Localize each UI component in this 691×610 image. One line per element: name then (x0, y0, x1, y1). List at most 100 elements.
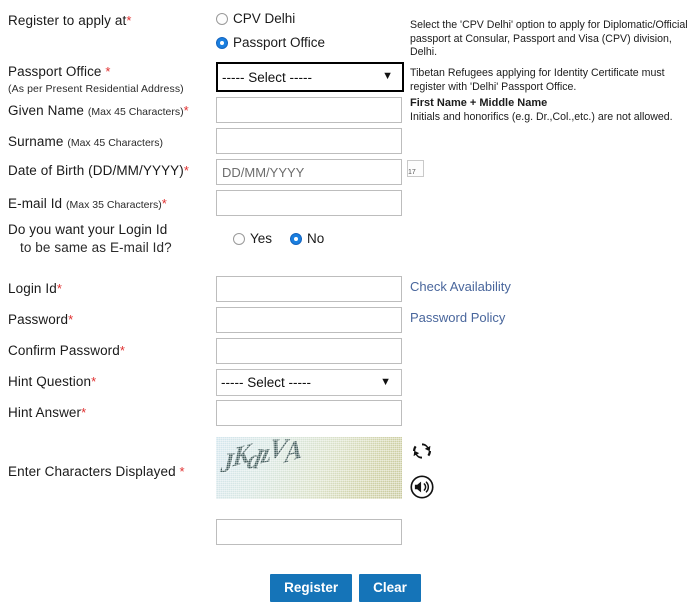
label-surname-text: Surname (8, 134, 64, 149)
captcha-image-text: JKdzVA (219, 437, 300, 479)
login-same-radio-group[interactable]: Yes No (233, 228, 324, 249)
row-confirm-password: Confirm Password* (0, 338, 691, 372)
email-id-field[interactable] (216, 190, 402, 216)
label-surname: Surname (Max 45 Characters) (8, 134, 213, 151)
required-marker: * (179, 464, 185, 479)
row-date-of-birth: Date of Birth (DD/MM/YYYY)* 17 (0, 159, 691, 193)
refresh-icon[interactable] (408, 437, 436, 465)
label-email-id-sub: (Max 35 Characters) (66, 199, 162, 211)
hint-question-field[interactable]: ----- Select ----- ▼ (216, 369, 402, 396)
required-marker: * (91, 374, 97, 389)
label-date-of-birth-text: Date of Birth (DD/MM/YYYY) (8, 163, 184, 178)
captcha-input[interactable] (216, 519, 402, 545)
radio-cpv-delhi[interactable]: CPV Delhi (216, 8, 325, 29)
label-confirm-password-text: Confirm Password (8, 343, 120, 358)
row-password: Password* Password Policy (0, 307, 691, 341)
calendar-icon[interactable]: 17 (407, 160, 424, 177)
given-name-field[interactable] (216, 97, 402, 123)
surname-input[interactable] (216, 128, 402, 154)
radio-login-same-no-icon[interactable] (290, 232, 303, 245)
label-email-id: E-mail Id (Max 35 Characters)* (8, 196, 213, 213)
label-captcha-text: Enter Characters Displayed (8, 464, 176, 479)
login-same-radio-row: Yes No (233, 228, 324, 249)
label-login-same-as-email: Do you want your Login Id to be same as … (8, 221, 213, 256)
hint-answer-field[interactable] (216, 400, 402, 426)
captcha-image: JKdzVA (216, 437, 402, 499)
row-hint-answer: Hint Answer* (0, 400, 691, 434)
help-given-name-title: First Name + Middle Name (410, 97, 548, 109)
captcha-field: JKdzVA (216, 437, 402, 545)
label-register-at-text: Register to apply at (8, 13, 127, 28)
radio-cpv-delhi-icon[interactable] (216, 12, 228, 25)
label-login-id-text: Login Id (8, 281, 57, 296)
surname-field[interactable] (216, 128, 402, 154)
required-marker: * (81, 405, 87, 420)
calendar-icon-day: 17 (408, 169, 416, 176)
help-given-name: First Name + Middle Name Initials and ho… (410, 97, 690, 124)
required-marker: * (56, 281, 63, 296)
label-surname-sub: (Max 45 Characters) (67, 137, 164, 149)
label-captcha: Enter Characters Displayed * (8, 464, 213, 480)
confirm-password-input[interactable] (216, 338, 402, 364)
label-given-name: Given Name (Max 45 Characters)* (8, 103, 213, 120)
passport-office-field[interactable]: ----- Select ----- ▼ (216, 62, 404, 92)
email-id-input[interactable] (216, 190, 402, 216)
captcha-controls (408, 437, 442, 501)
label-hint-answer: Hint Answer* (8, 405, 213, 421)
register-button[interactable]: Register (270, 574, 353, 602)
row-login-id: Login Id* Check Availability (0, 276, 691, 310)
row-captcha: Enter Characters Displayed * JKdzVA (0, 437, 691, 547)
login-id-field[interactable] (216, 276, 402, 302)
hint-question-select[interactable]: ----- Select ----- (216, 369, 402, 396)
given-name-input[interactable] (216, 97, 402, 123)
required-marker: * (119, 343, 126, 358)
confirm-password-field[interactable] (216, 338, 402, 364)
row-email-id: E-mail Id (Max 35 Characters)* (0, 190, 691, 224)
label-date-of-birth: Date of Birth (DD/MM/YYYY)* (8, 163, 213, 179)
check-availability-link-wrap: Check Availability (410, 280, 690, 296)
row-hint-question: Hint Question* ----- Select ----- ▼ (0, 369, 691, 403)
row-passport-office: Passport Office * (As per Present Reside… (0, 62, 691, 100)
date-of-birth-input[interactable] (216, 159, 402, 185)
captcha-char: A (284, 437, 300, 469)
password-field[interactable] (216, 307, 402, 333)
help-passport-office: Tibetan Refugees applying for Identity C… (410, 67, 665, 93)
speaker-icon[interactable] (408, 473, 436, 501)
label-register-at: Register to apply at* (8, 13, 213, 29)
check-availability-link[interactable]: Check Availability (410, 279, 511, 294)
required-marker: * (183, 103, 189, 118)
label-hint-answer-text: Hint Answer (8, 405, 82, 420)
registration-form: Register to apply at* CPV Delhi Passport… (0, 0, 691, 610)
date-of-birth-field[interactable]: 17 (216, 159, 424, 185)
radio-login-same-yes-icon[interactable] (233, 232, 245, 245)
label-hint-question-text: Hint Question (8, 374, 92, 389)
required-marker: * (68, 312, 74, 327)
label-login-id: Login Id* (8, 281, 213, 297)
label-hint-question: Hint Question* (8, 374, 213, 390)
passport-office-select[interactable]: ----- Select ----- (216, 62, 404, 92)
required-marker: * (105, 64, 111, 79)
hint-answer-input[interactable] (216, 400, 402, 426)
label-passport-office: Passport Office * (As per Present Reside… (8, 64, 213, 97)
label-passport-office-text: Passport Office (8, 64, 102, 79)
hint-question-select-wrap[interactable]: ----- Select ----- ▼ (216, 369, 402, 396)
row-register-at: Register to apply at* CPV Delhi Passport… (0, 8, 691, 58)
row-surname: Surname (Max 45 Characters) (0, 128, 691, 162)
captcha-char: J (219, 446, 234, 479)
radio-login-same-no[interactable]: No (290, 228, 324, 249)
radio-login-same-yes[interactable]: Yes (233, 228, 272, 249)
password-policy-link[interactable]: Password Policy (410, 310, 505, 325)
row-given-name: Given Name (Max 45 Characters)* First Na… (0, 97, 691, 131)
label-given-name-text: Given Name (8, 103, 85, 118)
passport-office-select-wrap[interactable]: ----- Select ----- ▼ (216, 62, 404, 92)
date-of-birth-wrap: 17 (216, 159, 424, 185)
label-passport-office-sub: (As per Present Residential Address) (8, 83, 184, 95)
register-at-radio-group[interactable]: CPV Delhi Passport Office (216, 8, 325, 53)
login-id-input[interactable] (216, 276, 402, 302)
radio-passport-office-icon[interactable] (216, 36, 228, 49)
clear-button[interactable]: Clear (359, 574, 421, 602)
required-marker: * (161, 196, 167, 211)
label-password-text: Password (8, 312, 69, 327)
radio-passport-office[interactable]: Passport Office (216, 32, 325, 53)
password-input[interactable] (216, 307, 402, 333)
